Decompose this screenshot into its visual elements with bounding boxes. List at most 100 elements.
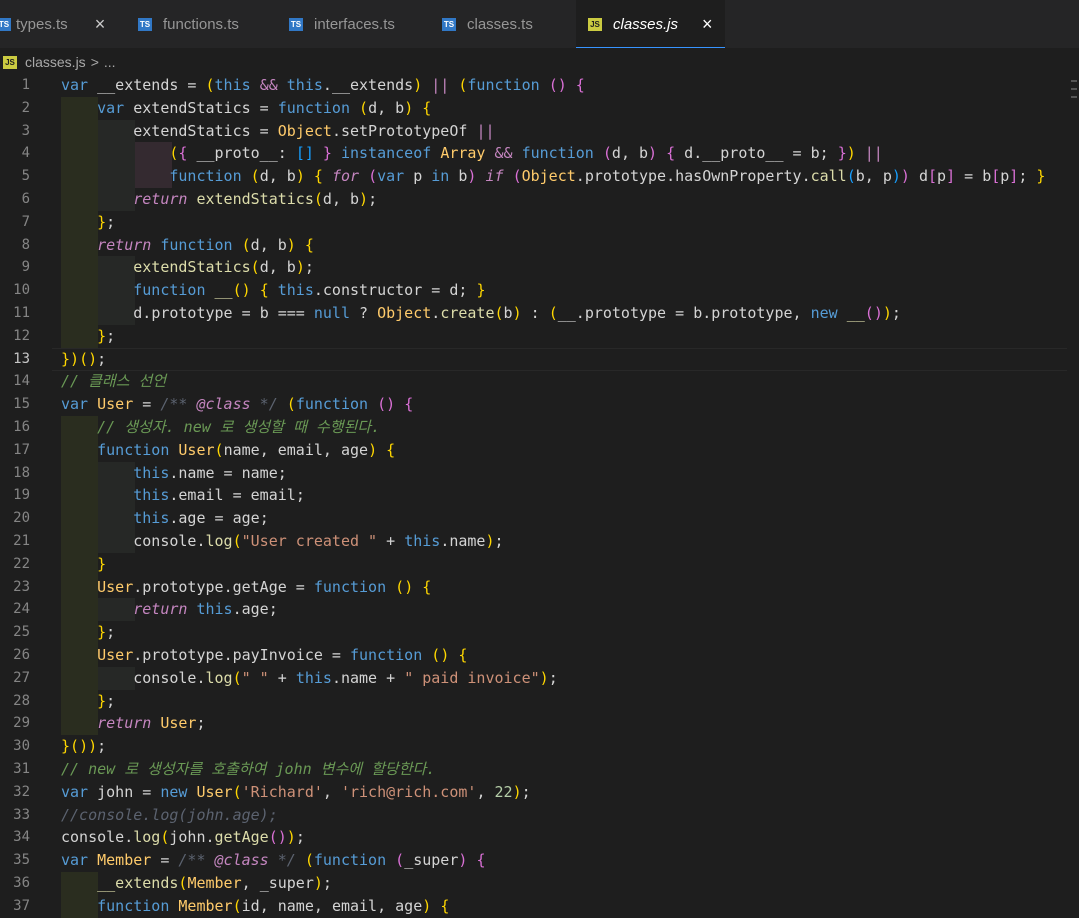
code-line[interactable]: 22 } bbox=[0, 552, 1079, 576]
line-number: 16 bbox=[13, 419, 30, 435]
code-line[interactable]: 1 var __extends = (this && this.__extends… bbox=[0, 74, 1079, 97]
line-number: 26 bbox=[13, 647, 30, 663]
code-line[interactable]: 11 d.prototype = b === null ? Object.cre… bbox=[0, 302, 1079, 325]
code-text: return extendStatics(d, b); bbox=[133, 190, 378, 208]
js-file-icon: JS bbox=[588, 17, 602, 31]
code-text: var User = /** @class */ (function () { bbox=[61, 395, 414, 414]
code-line[interactable]: 24 return this.age; bbox=[0, 598, 1079, 622]
code-text: // 클래스 선언 bbox=[61, 372, 167, 391]
code-line[interactable]: 3 extendStatics = Object.setPrototypeOf … bbox=[0, 119, 1079, 143]
ts-file-icon: TS bbox=[442, 17, 456, 31]
tab-types-ts[interactable]: TS types.ts × bbox=[0, 0, 105, 48]
line-number: 12 bbox=[13, 327, 30, 344]
code-line[interactable]: 32 var john = new User('Richard', 'rich@r… bbox=[0, 781, 1079, 804]
code-line[interactable]: 17 function User(name, email, age) { bbox=[0, 438, 1079, 462]
code-line[interactable]: 9 extendStatics(d, b); bbox=[0, 256, 1079, 280]
line-number: 3 bbox=[21, 122, 30, 139]
code-text: }()); bbox=[61, 737, 107, 756]
line-number: 30 bbox=[13, 738, 30, 755]
code-line[interactable]: 5 function (d, b) { for (var p in b) if … bbox=[0, 165, 1079, 189]
code-text: function User(name, email, age) { bbox=[97, 440, 396, 459]
code-text: __extends(Member, _super); bbox=[97, 874, 332, 892]
code-text: var Member = /** @class */ (function (_s… bbox=[61, 851, 486, 870]
line-number: 4 bbox=[21, 145, 30, 162]
breadcrumb-file[interactable]: classes.js bbox=[25, 54, 86, 70]
line-number: 11 bbox=[13, 305, 30, 321]
code-line[interactable]: 21 console.log("User created " + this.na… bbox=[0, 530, 1079, 553]
code-line[interactable]: 13})(); bbox=[0, 347, 1079, 371]
code-text: User.prototype.payInvoice = function () … bbox=[97, 646, 468, 664]
code-line[interactable]: 2 var extendStatics = function (d, b) { bbox=[0, 96, 1079, 120]
code-line[interactable]: 6 return extendStatics(d, b); bbox=[0, 188, 1079, 211]
code-line[interactable]: 26 User.prototype.payInvoice = function … bbox=[0, 644, 1079, 667]
line-number: 35 bbox=[13, 852, 30, 869]
line-number: 27 bbox=[13, 669, 30, 686]
tab-interfaces-ts[interactable]: TS interfaces.ts bbox=[289, 0, 395, 48]
close-icon[interactable]: × bbox=[702, 14, 713, 35]
line-number: 17 bbox=[13, 441, 30, 458]
line-number: 29 bbox=[13, 715, 30, 732]
code-line[interactable]: 36 __extends(Member, _super); bbox=[0, 872, 1079, 895]
ts-file-icon: TS bbox=[289, 17, 303, 31]
code-text: return function (d, b) { bbox=[97, 235, 314, 254]
code-text: // 생성자. new 로 생성할 때 수행된다. bbox=[97, 418, 381, 436]
code-line[interactable]: 19 this.email = email; bbox=[0, 484, 1079, 508]
code-text: extendStatics = Object.setPrototypeOf || bbox=[133, 121, 495, 140]
line-number: 24 bbox=[13, 601, 30, 618]
code-line[interactable]: 12 }; bbox=[0, 324, 1079, 348]
breadcrumb-symbol[interactable]: ... bbox=[104, 54, 116, 70]
code-line[interactable]: 7 }; bbox=[0, 210, 1079, 234]
code-text: } bbox=[97, 554, 107, 573]
code-line[interactable]: 28 }; bbox=[0, 689, 1079, 713]
code-line[interactable]: 14 // 클래스 선언 bbox=[0, 370, 1079, 393]
code-line[interactable]: 31 // new 로 생성자를 호출하여 john 변수에 할당한다. bbox=[0, 758, 1079, 781]
code-text: User.prototype.getAge = function () { bbox=[97, 577, 432, 596]
code-line[interactable]: 27 console.log(" " + this.name + " paid … bbox=[0, 666, 1079, 690]
line-number: 9 bbox=[21, 259, 30, 276]
code-text: ({ __proto__: [] } instanceof Array && f… bbox=[169, 144, 883, 163]
tab-classes-js[interactable]: JS classes.js × bbox=[576, 0, 725, 48]
close-icon[interactable]: × bbox=[95, 14, 106, 35]
code-text: })(); bbox=[61, 349, 107, 368]
line-number: 5 bbox=[21, 168, 30, 185]
breadcrumb: JS classes.js > ... bbox=[0, 50, 116, 74]
code-text: this.name = name; bbox=[133, 463, 287, 482]
line-number: 34 bbox=[13, 829, 30, 846]
code-line[interactable]: 35 var Member = /** @class */ (function (… bbox=[0, 849, 1079, 872]
code-line[interactable]: 20 this.age = age; bbox=[0, 507, 1079, 531]
code-line[interactable]: 37 function Member(id, name, email, age)… bbox=[0, 894, 1079, 918]
code-line[interactable]: 10 function __() { this.constructor = d;… bbox=[0, 279, 1079, 303]
ts-file-icon: TS bbox=[0, 17, 11, 31]
code-line[interactable]: 18 this.name = name; bbox=[0, 461, 1079, 485]
code-text: console.log(john.getAge()); bbox=[61, 828, 305, 847]
line-number: 25 bbox=[13, 624, 30, 641]
code-line[interactable]: 29 return User; bbox=[0, 712, 1079, 736]
code-line[interactable]: 34 console.log(john.getAge()); bbox=[0, 826, 1079, 849]
code-line[interactable]: 25 }; bbox=[0, 621, 1079, 645]
tab-label: classes.ts bbox=[467, 15, 533, 33]
line-number: 10 bbox=[13, 282, 30, 299]
line-number: 23 bbox=[13, 578, 30, 595]
code-text: //console.log(john.age); bbox=[61, 805, 278, 824]
tab-label: functions.ts bbox=[163, 15, 239, 33]
code-text: function __() { this.constructor = d; } bbox=[133, 281, 486, 300]
line-number: 14 bbox=[13, 373, 30, 390]
code-line[interactable]: 30 }()); bbox=[0, 735, 1079, 758]
code-line[interactable]: 33 //console.log(john.age); bbox=[0, 804, 1079, 827]
code-line[interactable]: 8 return function (d, b) { bbox=[0, 233, 1079, 257]
code-text: }; bbox=[97, 212, 116, 231]
code-text: // new 로 생성자를 호출하여 john 변수에 할당한다. bbox=[61, 760, 436, 778]
code-line[interactable]: 23 User.prototype.getAge = function () { bbox=[0, 575, 1079, 599]
ts-file-icon: TS bbox=[138, 17, 152, 31]
line-number: 20 bbox=[13, 510, 30, 527]
tab-classes-ts[interactable]: TS classes.ts bbox=[442, 0, 533, 48]
code-text: }; bbox=[97, 326, 116, 345]
code-line[interactable]: 4 ({ __proto__: [] } instanceof Array &&… bbox=[0, 142, 1079, 166]
code-line[interactable]: 15 var User = /** @class */ (function () … bbox=[0, 393, 1079, 416]
tab-functions-ts[interactable]: TS functions.ts bbox=[138, 0, 239, 48]
code-text: }; bbox=[97, 691, 116, 710]
code-line[interactable]: 16 // 생성자. new 로 생성할 때 수행된다. bbox=[0, 416, 1079, 439]
code-editor[interactable]: 1 var __extends = (this && this.__extends… bbox=[0, 74, 1079, 918]
line-number: 28 bbox=[13, 692, 30, 709]
line-number: 36 bbox=[13, 875, 30, 891]
